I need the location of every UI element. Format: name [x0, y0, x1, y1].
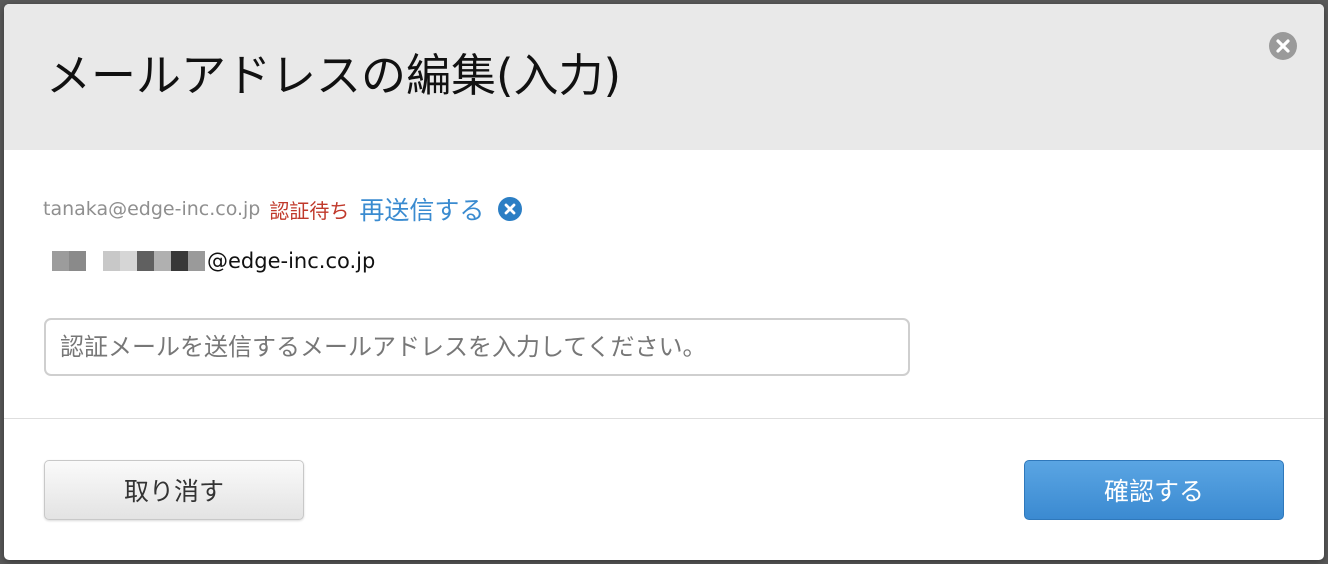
dialog-body: tanaka@edge-inc.co.jp 認証待ち 再送信する @edge-i… — [4, 150, 1324, 418]
close-circle-icon — [504, 203, 516, 215]
cancel-button[interactable]: 取り消す — [44, 460, 304, 520]
masked-block — [103, 251, 120, 271]
cancel-pending-button[interactable] — [498, 197, 523, 221]
email-input[interactable] — [44, 318, 910, 376]
dialog-title: メールアドレスの編集(入力) — [46, 49, 622, 102]
current-email-domain: @edge-inc.co.jp — [207, 249, 376, 273]
edit-email-dialog: メールアドレスの編集(入力) tanaka@edge-inc.co.jp 認証待… — [4, 4, 1324, 560]
masked-block — [52, 251, 69, 271]
masked-email-local-part — [52, 251, 205, 271]
pending-email-row: tanaka@edge-inc.co.jp 認証待ち 再送信する — [43, 191, 523, 227]
masked-block — [154, 251, 171, 271]
confirm-button[interactable]: 確認する — [1024, 460, 1284, 520]
current-email-row: @edge-inc.co.jp — [52, 246, 375, 276]
close-icon — [1276, 39, 1290, 53]
footer-divider — [4, 418, 1324, 419]
resend-link[interactable]: 再送信する — [359, 191, 484, 227]
dialog-header: メールアドレスの編集(入力) — [4, 4, 1324, 150]
pending-status-label: 認証待ち — [269, 198, 350, 223]
masked-block — [171, 251, 188, 271]
masked-block — [120, 251, 137, 271]
masked-block — [137, 251, 154, 271]
masked-block — [69, 251, 86, 271]
pending-email-address: tanaka@edge-inc.co.jp — [43, 198, 261, 220]
masked-block — [86, 251, 103, 271]
close-button[interactable] — [1269, 32, 1297, 60]
masked-block — [188, 251, 205, 271]
